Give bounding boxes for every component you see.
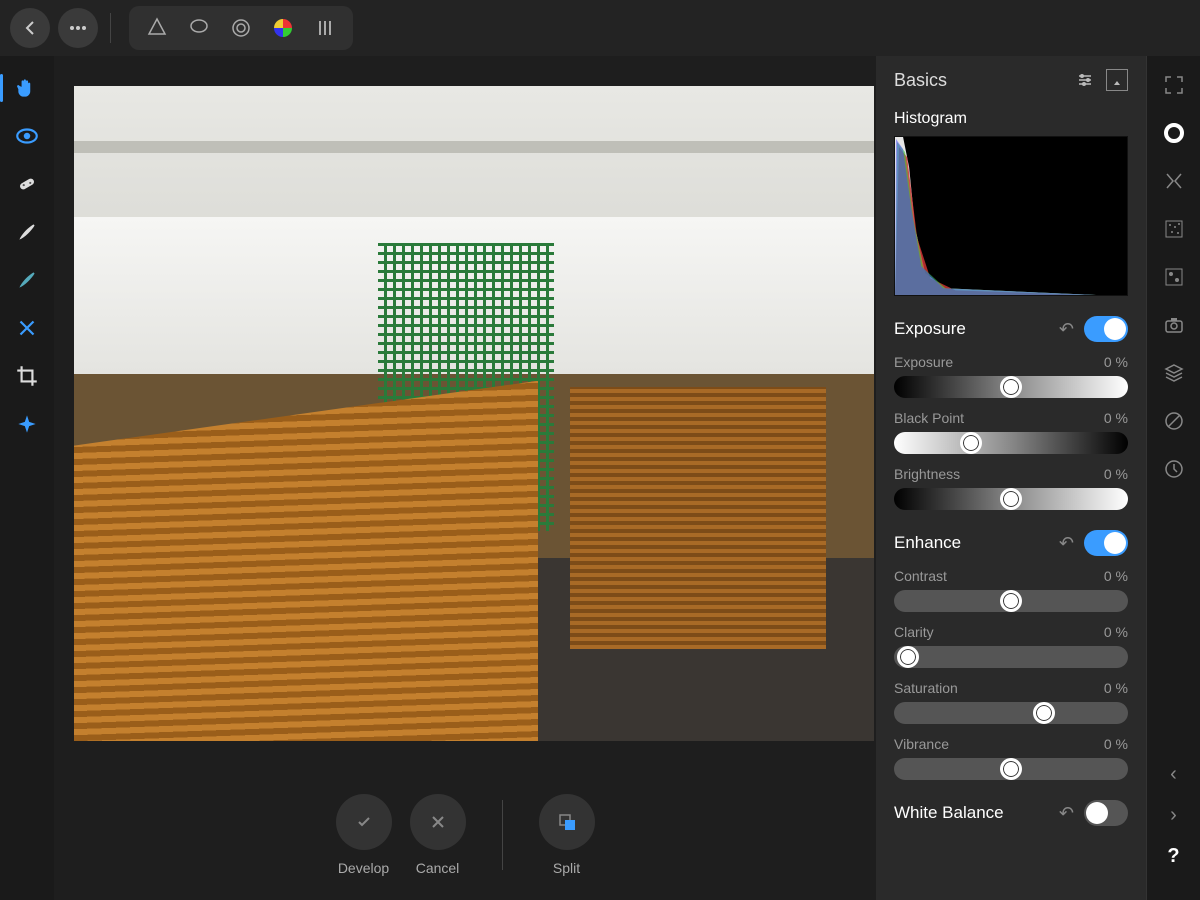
cancel-label: Cancel: [416, 860, 460, 876]
slider-black-point[interactable]: Black Point 0 %: [894, 410, 1128, 454]
slider-label: Black Point: [894, 410, 964, 426]
left-toolbar: [0, 56, 54, 900]
panel-title: Basics: [894, 70, 947, 91]
hand-tool[interactable]: [9, 70, 45, 106]
group-toggle[interactable]: [1084, 800, 1128, 826]
affinity-logo-icon[interactable]: [143, 14, 171, 42]
circle-slash-icon[interactable]: [1159, 406, 1189, 436]
slider-contrast[interactable]: Contrast 0 %: [894, 568, 1128, 612]
group-title: Exposure: [894, 319, 966, 339]
ring-icon[interactable]: [1159, 118, 1189, 148]
basics-panel: Basics Histogram Exposure ↶ Exposure0 % …: [876, 56, 1146, 900]
develop-button[interactable]: Develop: [336, 794, 392, 876]
slider-value: 0 %: [1104, 410, 1128, 426]
photo-preview: [74, 86, 874, 741]
column-icon[interactable]: [311, 14, 339, 42]
slider-clarity[interactable]: Clarity 0 %: [894, 624, 1128, 668]
sliders-icon[interactable]: [1074, 69, 1096, 91]
fullscreen-icon[interactable]: [1159, 70, 1189, 100]
reset-icon[interactable]: ↶: [1059, 533, 1074, 554]
slider-value: 0 %: [1104, 568, 1128, 584]
brush-tool[interactable]: [9, 214, 45, 250]
help-icon[interactable]: ?: [1167, 845, 1179, 868]
canvas[interactable]: [54, 56, 876, 770]
slider-value: 0 %: [1104, 736, 1128, 752]
heal-tool[interactable]: [9, 166, 45, 202]
camera-icon[interactable]: [1159, 310, 1189, 340]
slider-value: 0 %: [1104, 466, 1128, 482]
clock-icon[interactable]: [1159, 454, 1189, 484]
view-tool[interactable]: [9, 118, 45, 154]
lasso-icon[interactable]: [185, 14, 213, 42]
group-title: White Balance: [894, 803, 1004, 823]
chevron-left-icon[interactable]: ‹: [1170, 763, 1177, 786]
bottom-actions: Develop Cancel Split: [54, 770, 876, 900]
crop-tool[interactable]: [9, 358, 45, 394]
noise-icon[interactable]: [1159, 214, 1189, 244]
color-wheel-icon[interactable]: [269, 14, 297, 42]
pinch-icon[interactable]: [1159, 166, 1189, 196]
histogram[interactable]: [894, 136, 1128, 296]
persona-tools: [129, 6, 353, 50]
pin-icon[interactable]: [1106, 69, 1128, 91]
slider-label: Vibrance: [894, 736, 949, 752]
slider-label: Brightness: [894, 466, 960, 482]
slider-saturation[interactable]: Saturation 0 %: [894, 680, 1128, 724]
slider-vibrance[interactable]: Vibrance 0 %: [894, 736, 1128, 780]
slider-label: Contrast: [894, 568, 947, 584]
channels-icon[interactable]: [1159, 262, 1189, 292]
slider-value: 0 %: [1104, 624, 1128, 640]
develop-label: Develop: [338, 860, 389, 876]
split-label: Split: [553, 860, 580, 876]
topbar: [0, 0, 1200, 56]
chevron-right-icon[interactable]: ›: [1170, 804, 1177, 827]
slider-label: Clarity: [894, 624, 934, 640]
back-button[interactable]: [10, 8, 50, 48]
group-title: Enhance: [894, 533, 961, 553]
slider-exposure[interactable]: Exposure 0 %: [894, 354, 1128, 398]
slider-brightness[interactable]: Brightness 0 %: [894, 466, 1128, 510]
group-toggle[interactable]: [1084, 316, 1128, 342]
slider-label: Exposure: [894, 354, 953, 370]
reset-icon[interactable]: ↶: [1059, 803, 1074, 824]
slider-value: 0 %: [1104, 354, 1128, 370]
clone-tool[interactable]: [9, 310, 45, 346]
right-strip: ‹ › ?: [1146, 56, 1200, 900]
histogram-title: Histogram: [894, 110, 1128, 128]
slider-label: Saturation: [894, 680, 958, 696]
layers-icon[interactable]: [1159, 358, 1189, 388]
group-toggle[interactable]: [1084, 530, 1128, 556]
reset-icon[interactable]: ↶: [1059, 319, 1074, 340]
radial-icon[interactable]: [227, 14, 255, 42]
sparkle-tool[interactable]: [9, 406, 45, 442]
slider-value: 0 %: [1104, 680, 1128, 696]
menu-button[interactable]: [58, 8, 98, 48]
split-button[interactable]: Split: [539, 794, 595, 876]
erase-tool[interactable]: [9, 262, 45, 298]
cancel-button[interactable]: Cancel: [410, 794, 466, 876]
